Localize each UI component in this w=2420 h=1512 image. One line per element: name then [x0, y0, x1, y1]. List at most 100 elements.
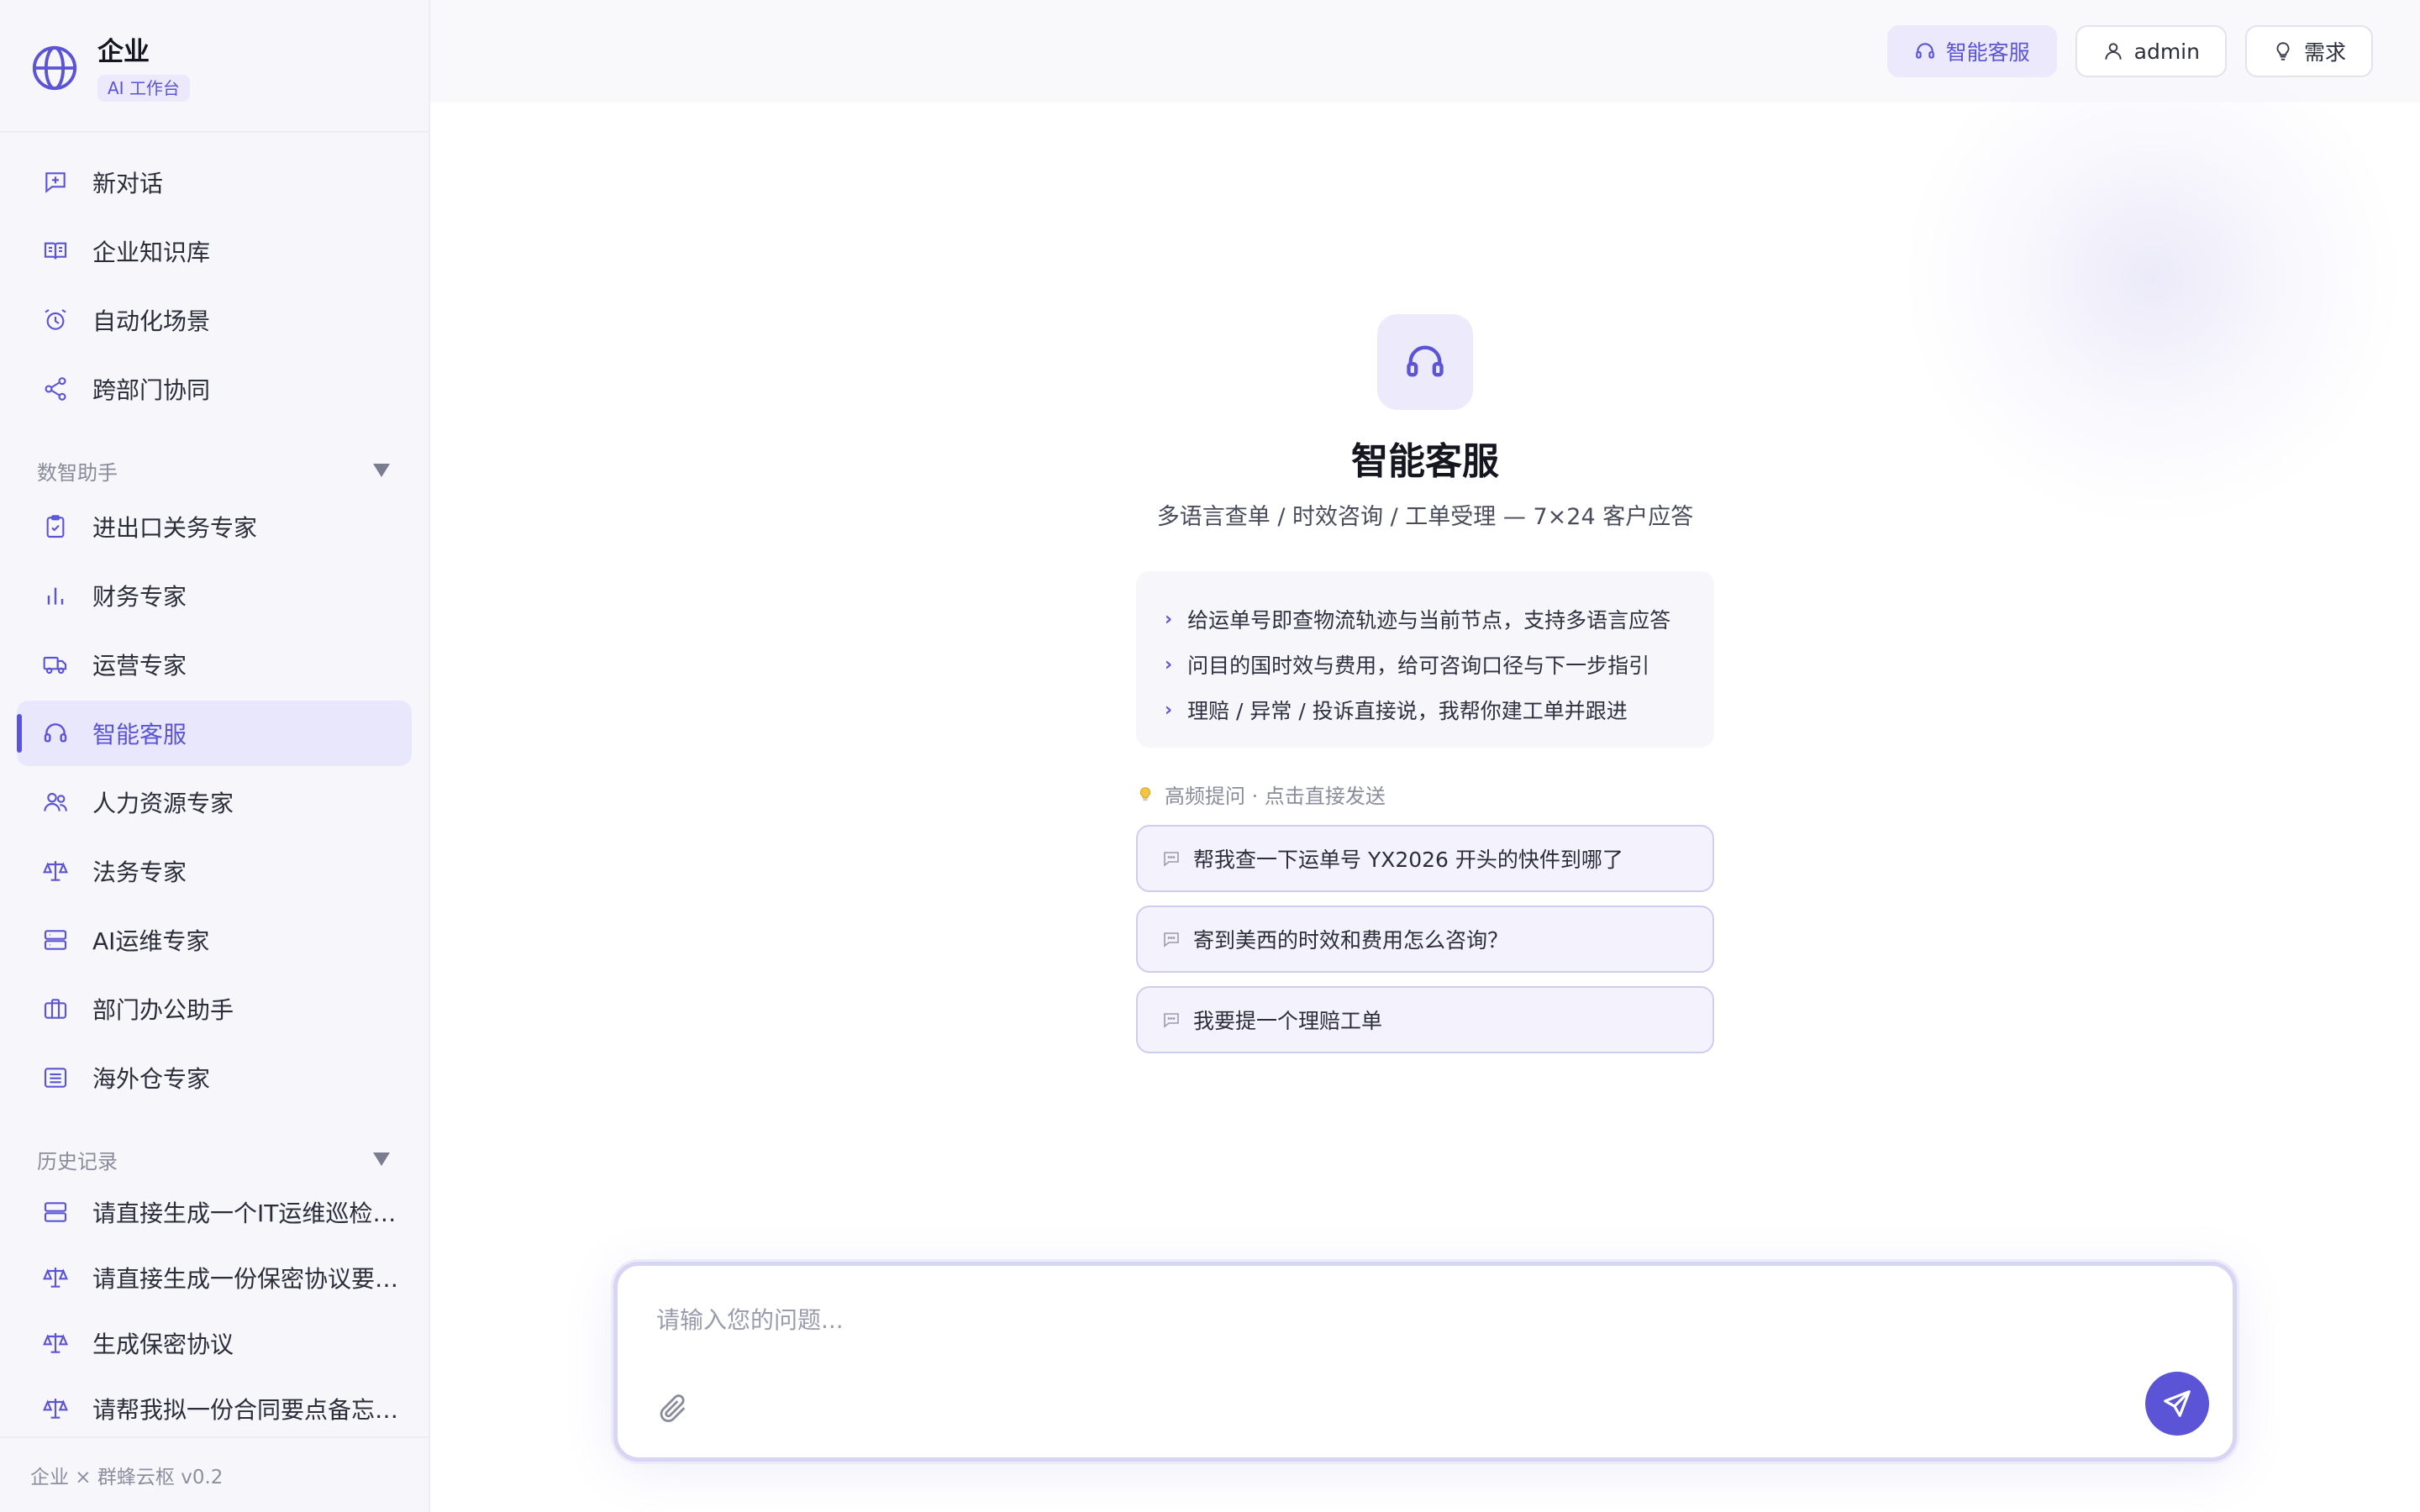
suggested-question[interactable]: 帮我查一下运单号 YX2026 开头的快件到哪了 [1136, 825, 1714, 892]
scale-icon [42, 1395, 69, 1422]
nav-item-new-chat[interactable]: 新对话 [17, 150, 412, 215]
nav-item-knowledge-base[interactable]: 企业知识库 [17, 218, 412, 284]
sidebar-footer: 企业 × 群蜂云枢 v0.2 [0, 1436, 429, 1512]
user-name: admin [2133, 39, 2200, 64]
headset-icon [42, 720, 69, 747]
nav-item-label: 新对话 [92, 170, 164, 197]
history-item-label: 请帮我拟一份合同要点备忘录... [92, 1396, 412, 1424]
nav-item-office-assistant[interactable]: 部门办公助手 [17, 976, 412, 1042]
nav-item-label: 部门办公助手 [92, 996, 234, 1024]
history-item-label: 生成保密协议 [92, 1331, 234, 1358]
tip-item: › 给运单号即查物流轨迹与当前节点，支持多语言应答 [1165, 596, 1714, 642]
nav-item-label: 进出口关务专家 [92, 514, 258, 542]
nav-item-automation[interactable]: 自动化场景 [17, 287, 412, 353]
tip-text: 给运单号即查物流轨迹与当前节点，支持多语言应答 [1187, 608, 1671, 633]
briefcase-icon [42, 995, 69, 1022]
version-text: 企业 × 群蜂云枢 v0.2 [30, 1467, 224, 1488]
history-item[interactable]: 生成保密协议 [17, 1312, 412, 1374]
message-composer [613, 1262, 2237, 1462]
sidebar: 企业 AI 工作台 新对话 企业知识库 自动化场景 跨部门协同 数智助手 进出口… [0, 0, 430, 1512]
history-item-label: 请直接生成一份保密协议要点... [92, 1265, 412, 1293]
nav-item-overseas-warehouse[interactable]: 海外仓专家 [17, 1045, 412, 1110]
section-title: 历史记录 [37, 1149, 118, 1173]
chevron-right-icon: › [1165, 699, 1173, 721]
truck-icon [42, 651, 69, 678]
faq-list: 帮我查一下运单号 YX2026 开头的快件到哪了 寄到美西的时效和费用怎么咨询？… [1136, 825, 1714, 1067]
lightbulb-icon [2276, 42, 2290, 60]
history-item[interactable]: 请直接生成一份保密协议要点... [17, 1247, 412, 1309]
nav-item-collaboration[interactable]: 跨部门协同 [17, 356, 412, 422]
tip-item: › 问目的国时效与费用，给可咨询口径与下一步指引 [1165, 642, 1714, 687]
nav-item-label: 财务专家 [92, 583, 187, 611]
nav-item-label: 海外仓专家 [92, 1065, 211, 1093]
app-window: 企业 AI 工作台 新对话 企业知识库 自动化场景 跨部门协同 数智助手 进出口… [0, 0, 2420, 1512]
server-icon [42, 1199, 69, 1226]
server-icon [42, 927, 69, 953]
chat-bubble-icon [1164, 1013, 1179, 1028]
history-item-label: 请直接生成一个IT运维巡检清... [92, 1200, 412, 1227]
hero-icon-tile [1377, 314, 1473, 410]
caret-down-icon [373, 1152, 390, 1166]
faq-title: 高频提问 · 点击直接发送 [1165, 785, 1386, 808]
message-input[interactable] [656, 1306, 2085, 1334]
warehouse-icon [42, 1064, 69, 1091]
nav-item-label: 运营专家 [92, 652, 187, 680]
question-text: 我要提一个理赔工单 [1193, 1009, 1383, 1033]
primary-nav: 新对话 企业知识库 自动化场景 跨部门协同 [17, 150, 412, 425]
share-icon [42, 375, 69, 402]
user-icon [2104, 43, 2122, 60]
requirement-button[interactable]: 需求 [2244, 25, 2373, 77]
brand-tag: AI 工作台 [97, 75, 190, 102]
history-nav: 请直接生成一个IT运维巡检清... 请直接生成一份保密协议要点... 生成保密协… [17, 1181, 412, 1443]
bar-chart-icon [42, 582, 69, 609]
history-section-toggle[interactable]: 历史记录 [37, 1142, 390, 1176]
nav-item-it-ops-expert[interactable]: AI运维专家 [17, 907, 412, 973]
capability-tips: › 给运单号即查物流轨迹与当前节点，支持多语言应答 › 问目的国时效与费用，给可咨询… [1136, 571, 1714, 748]
nav-item-label: 智能客服 [92, 721, 187, 748]
question-text: 帮我查一下运单号 YX2026 开头的快件到哪了 [1193, 848, 1623, 872]
new-chat-icon [42, 169, 69, 196]
lightbulb-icon [1139, 786, 1151, 801]
paperclip-icon[interactable] [656, 1392, 690, 1425]
nav-item-label: 法务专家 [92, 858, 187, 886]
suggested-question[interactable]: 我要提一个理赔工单 [1136, 986, 1714, 1053]
suggested-question[interactable]: 寄到美西的时效和费用怎么咨询？ [1136, 906, 1714, 973]
section-title: 数智助手 [37, 460, 118, 485]
nav-item-finance-expert[interactable]: 财务专家 [17, 563, 412, 628]
chip-label: 智能客服 [1945, 40, 2030, 65]
clipboard-check-icon [42, 513, 69, 540]
history-item[interactable]: 请帮我拟一份合同要点备忘录... [17, 1378, 412, 1440]
nav-item-customer-service[interactable]: 智能客服 [17, 701, 412, 766]
current-assistant-chip[interactable]: 智能客服 [1886, 25, 2057, 77]
headset-icon [1407, 345, 1444, 377]
assistants-section-toggle[interactable]: 数智助手 [37, 454, 390, 487]
nav-item-label: 跨部门协同 [92, 376, 211, 404]
question-text: 寄到美西的时效和费用怎么咨询？ [1193, 928, 1509, 953]
history-item[interactable]: 请直接生成一个IT运维巡检清... [17, 1181, 412, 1243]
user-button[interactable]: admin [2075, 25, 2227, 77]
nav-item-legal-expert[interactable]: 法务专家 [17, 838, 412, 904]
nav-item-operations-expert[interactable]: 运营专家 [17, 632, 412, 697]
tip-item: › 理赔 / 异常 / 投诉直接说，我帮你建工单并跟进 [1165, 687, 1714, 732]
send-icon [2164, 1390, 2191, 1417]
page-title: 智能客服 [1351, 440, 1499, 483]
nav-item-hr-expert[interactable]: 人力资源专家 [17, 769, 412, 835]
nav-item-customs-expert[interactable]: 进出口关务专家 [17, 494, 412, 559]
brand[interactable]: 企业 AI 工作台 [30, 30, 190, 106]
tip-text: 理赔 / 异常 / 投诉直接说，我帮你建工单并跟进 [1187, 699, 1628, 723]
send-button[interactable] [2145, 1372, 2209, 1436]
tip-text: 问目的国时效与费用，给可咨询口径与下一步指引 [1187, 654, 1650, 678]
nav-item-label: 企业知识库 [92, 239, 211, 266]
chat-bubble-icon [1164, 852, 1179, 867]
scale-icon [42, 1264, 69, 1291]
requirement-label: 需求 [2303, 40, 2346, 65]
nav-item-label: AI运维专家 [92, 927, 210, 955]
caret-down-icon [373, 464, 390, 477]
main-panel: 智能客服 admin 需求 智能客服 多语言查单 / 时效咨询 / 工单受理 —… [430, 0, 2420, 1512]
chat-bubble-icon [1164, 932, 1179, 948]
assistants-nav: 进出口关务专家 财务专家 运营专家 智能客服 人力资源专家 法务专家 AI运维专… [17, 494, 412, 1114]
top-actions: 智能客服 admin 需求 [1886, 25, 2373, 77]
page-subtitle: 多语言查单 / 时效咨询 / 工单受理 — 7×24 客户应答 [1156, 504, 1694, 530]
alarm-clock-icon [42, 307, 69, 333]
faq-header: 高频提问 · 点击直接发送 [1136, 780, 1386, 809]
